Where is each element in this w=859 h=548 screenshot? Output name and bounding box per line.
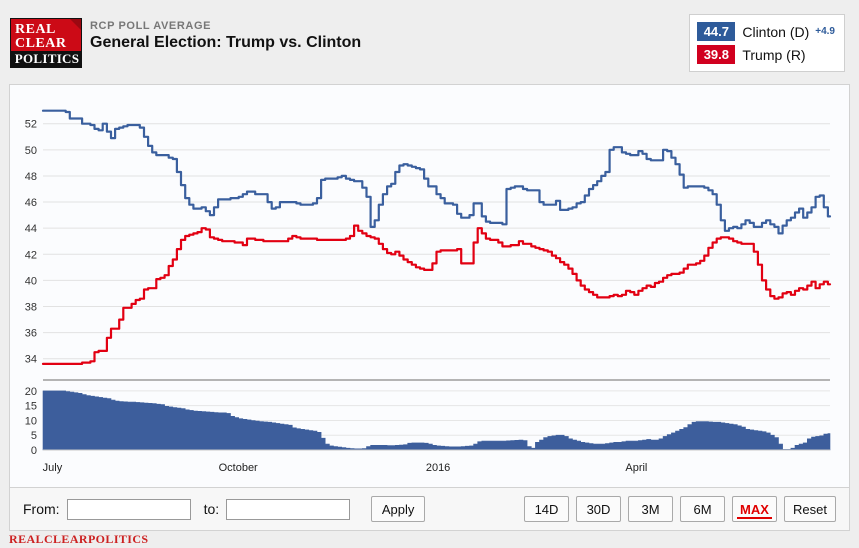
svg-text:15: 15 xyxy=(25,401,37,413)
from-date-input[interactable] xyxy=(66,498,191,520)
legend-row-trump[interactable]: 39.8 Trump (R) xyxy=(697,44,835,65)
chart-toolbar: From: to: Apply 14D 30D 3M 6M MAX Reset xyxy=(9,488,850,531)
legend-row-clinton[interactable]: 44.7 Clinton (D) +4.9 xyxy=(697,21,835,42)
legend-label-trump: Trump (R) xyxy=(742,46,806,63)
poll-average-chart[interactable]: 34 36 38 40 42 44 46 48 50 52 0 5 10 15 20 July Octobe… xyxy=(10,85,849,487)
svg-text:50: 50 xyxy=(25,145,37,157)
svg-text:40: 40 xyxy=(25,275,37,287)
logo-line-3: POLITICS xyxy=(11,51,81,67)
svg-text:52: 52 xyxy=(25,119,37,131)
legend-delta-clinton: +4.9 xyxy=(815,26,835,37)
svg-text:October: October xyxy=(219,462,258,474)
logo-corner-fold xyxy=(70,19,81,30)
legend-value-clinton: 44.7 xyxy=(697,22,736,41)
range-button-14d[interactable]: 14D xyxy=(524,496,569,522)
from-label: From: xyxy=(23,501,60,517)
svg-text:36: 36 xyxy=(25,328,37,340)
svg-text:38: 38 xyxy=(25,302,37,314)
page-title: General Election: Trump vs. Clinton xyxy=(90,34,362,51)
svg-text:0: 0 xyxy=(31,445,37,457)
range-button-max[interactable]: MAX xyxy=(732,496,777,522)
realclearpolitics-logo[interactable]: REAL CLEAR POLITICS xyxy=(10,18,82,68)
svg-text:46: 46 xyxy=(25,197,37,209)
svg-text:2016: 2016 xyxy=(426,462,450,474)
range-button-6m[interactable]: 6M xyxy=(680,496,725,522)
svg-text:44: 44 xyxy=(25,223,37,235)
footer-brand: REALCLEARPOLITICS xyxy=(9,532,149,546)
range-button-30d[interactable]: 30D xyxy=(576,496,621,522)
chart-legend: 44.7 Clinton (D) +4.9 39.8 Trump (R) xyxy=(689,14,845,72)
legend-value-trump: 39.8 xyxy=(697,45,736,64)
svg-text:42: 42 xyxy=(25,249,37,261)
rcp-poll-chart-app: REAL CLEAR POLITICS RCP POLL AVERAGE Gen… xyxy=(0,0,859,548)
svg-text:July: July xyxy=(43,462,63,474)
reset-button[interactable]: Reset xyxy=(784,496,836,522)
range-button-3m[interactable]: 3M xyxy=(628,496,673,522)
logo-line-2: CLEAR xyxy=(15,36,67,51)
range-button-group: 14D 30D 3M 6M MAX Reset xyxy=(517,496,836,522)
svg-text:20: 20 xyxy=(25,386,37,398)
header-kicker: RCP POLL AVERAGE xyxy=(90,20,212,32)
to-date-input[interactable] xyxy=(226,498,351,520)
legend-label-clinton: Clinton (D) xyxy=(742,23,810,40)
page-header: REAL CLEAR POLITICS RCP POLL AVERAGE Gen… xyxy=(0,0,859,84)
to-label: to: xyxy=(203,501,220,517)
chart-panel[interactable]: 34 36 38 40 42 44 46 48 50 52 0 5 10 15 20 July Octobe… xyxy=(9,84,850,488)
svg-text:34: 34 xyxy=(25,354,37,366)
svg-text:April: April xyxy=(625,462,647,474)
svg-text:5: 5 xyxy=(31,430,37,442)
svg-text:48: 48 xyxy=(25,171,37,183)
apply-button[interactable]: Apply xyxy=(371,496,426,522)
logo-line-1: REAL xyxy=(15,22,56,37)
svg-text:10: 10 xyxy=(25,415,37,427)
